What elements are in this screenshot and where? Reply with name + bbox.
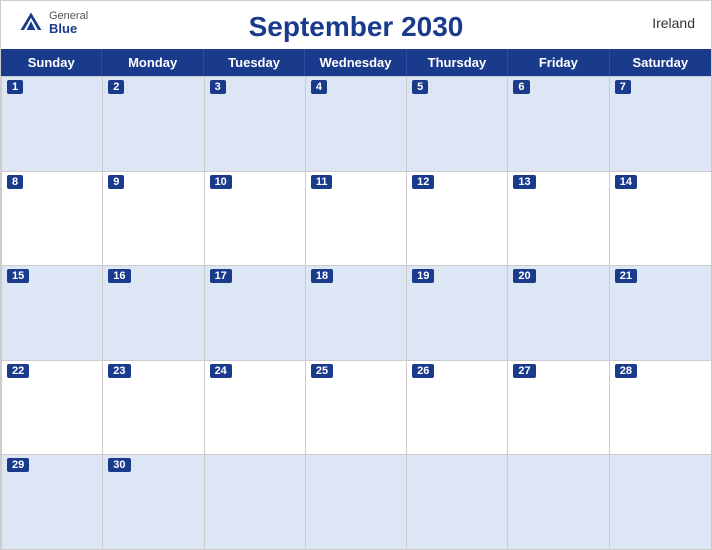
day-header-tuesday: Tuesday (204, 49, 305, 76)
logo-blue: Blue (49, 22, 88, 35)
day-number: 26 (412, 364, 434, 378)
country-label: Ireland (652, 15, 695, 31)
calendar-cell: 26 (407, 361, 508, 455)
calendar-title: September 2030 (249, 11, 464, 43)
calendar-cell: 13 (508, 172, 609, 266)
calendar-cell: 2 (103, 77, 204, 171)
calendar-cell (407, 455, 508, 549)
day-header-friday: Friday (508, 49, 609, 76)
calendar-cell: 7 (610, 77, 711, 171)
calendar-cell: 12 (407, 172, 508, 266)
day-number: 20 (513, 269, 535, 283)
week-row-5: 29 30 (2, 454, 711, 549)
calendar-cell (306, 455, 407, 549)
day-number: 3 (210, 80, 226, 94)
week-row-4: 22 23 24 25 26 27 28 (2, 360, 711, 455)
calendar-cell: 1 (2, 77, 103, 171)
calendar-header: General Blue September 2030 Ireland (1, 1, 711, 49)
day-number: 16 (108, 269, 130, 283)
calendar-cell: 27 (508, 361, 609, 455)
calendar-cell: 30 (103, 455, 204, 549)
calendar-cell: 3 (205, 77, 306, 171)
day-number: 19 (412, 269, 434, 283)
day-number: 5 (412, 80, 428, 94)
logo: General Blue (17, 9, 88, 37)
day-number: 17 (210, 269, 232, 283)
day-number: 18 (311, 269, 333, 283)
calendar-cell: 24 (205, 361, 306, 455)
logo-icon (17, 9, 45, 37)
day-number: 29 (7, 458, 29, 472)
calendar: General Blue September 2030 Ireland Sund… (0, 0, 712, 550)
week-row-3: 15 16 17 18 19 20 21 (2, 265, 711, 360)
day-header-wednesday: Wednesday (305, 49, 406, 76)
calendar-cell: 19 (407, 266, 508, 360)
calendar-cell: 20 (508, 266, 609, 360)
calendar-cell: 5 (407, 77, 508, 171)
calendar-cell: 11 (306, 172, 407, 266)
calendar-cell: 14 (610, 172, 711, 266)
calendar-cell: 8 (2, 172, 103, 266)
calendar-cell (205, 455, 306, 549)
day-header-thursday: Thursday (407, 49, 508, 76)
day-number: 11 (311, 175, 333, 189)
calendar-cell: 21 (610, 266, 711, 360)
day-number: 1 (7, 80, 23, 94)
day-number: 21 (615, 269, 637, 283)
day-number: 7 (615, 80, 631, 94)
day-number: 13 (513, 175, 535, 189)
day-number: 28 (615, 364, 637, 378)
week-row-2: 8 9 10 11 12 13 14 (2, 171, 711, 266)
calendar-cell: 25 (306, 361, 407, 455)
day-number: 12 (412, 175, 434, 189)
day-number: 24 (210, 364, 232, 378)
week-row-1: 1 2 3 4 5 6 7 (2, 76, 711, 171)
day-number: 2 (108, 80, 124, 94)
calendar-grid: 1234567891011121314151617181920212223242… (1, 76, 711, 549)
day-number: 4 (311, 80, 327, 94)
day-number: 10 (210, 175, 232, 189)
calendar-cell: 15 (2, 266, 103, 360)
calendar-cell (610, 455, 711, 549)
calendar-cell: 17 (205, 266, 306, 360)
day-number: 6 (513, 80, 529, 94)
day-header-sunday: Sunday (1, 49, 102, 76)
calendar-cell: 16 (103, 266, 204, 360)
day-header-saturday: Saturday (610, 49, 711, 76)
day-number: 9 (108, 175, 124, 189)
day-number: 15 (7, 269, 29, 283)
day-number: 27 (513, 364, 535, 378)
day-number: 22 (7, 364, 29, 378)
calendar-cell: 22 (2, 361, 103, 455)
day-number: 23 (108, 364, 130, 378)
calendar-cell: 28 (610, 361, 711, 455)
calendar-cell: 6 (508, 77, 609, 171)
day-number: 8 (7, 175, 23, 189)
days-header: SundayMondayTuesdayWednesdayThursdayFrid… (1, 49, 711, 76)
day-number: 14 (615, 175, 637, 189)
calendar-cell (508, 455, 609, 549)
calendar-cell: 18 (306, 266, 407, 360)
calendar-cell: 10 (205, 172, 306, 266)
calendar-cell: 29 (2, 455, 103, 549)
day-number: 30 (108, 458, 130, 472)
calendar-cell: 9 (103, 172, 204, 266)
day-header-monday: Monday (102, 49, 203, 76)
calendar-cell: 23 (103, 361, 204, 455)
logo-text: General Blue (49, 11, 88, 35)
day-number: 25 (311, 364, 333, 378)
calendar-cell: 4 (306, 77, 407, 171)
